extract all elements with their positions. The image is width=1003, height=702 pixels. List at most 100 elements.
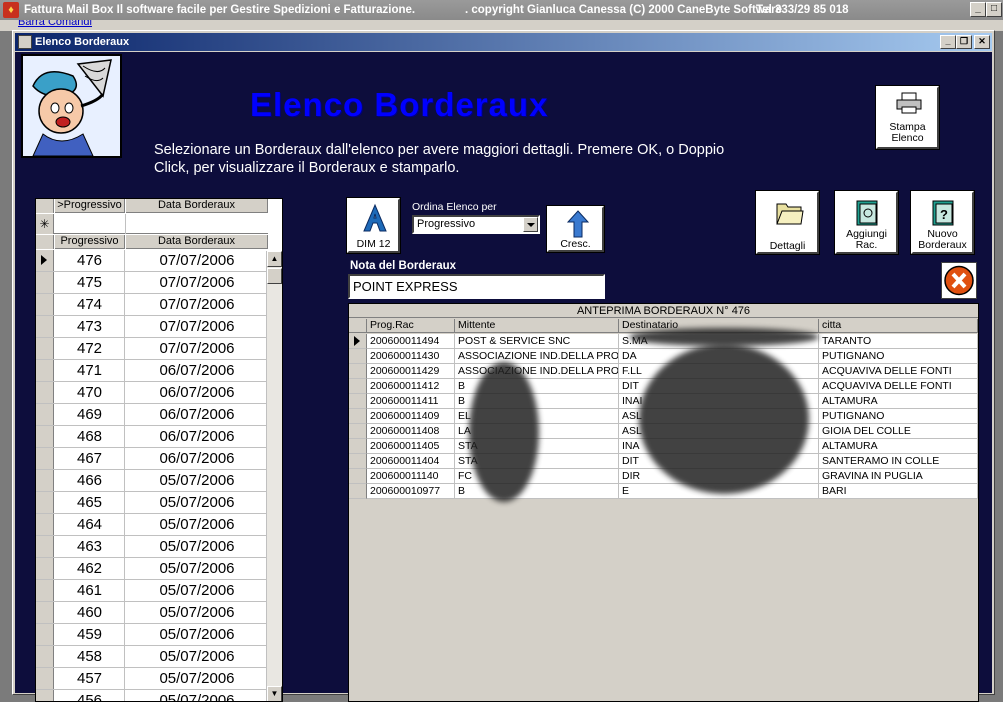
scroll-thumb[interactable] [267, 268, 282, 284]
cell-data: 07/07/2006 [159, 340, 235, 357]
menu-barra-comandi[interactable]: Barra Comandi [18, 20, 92, 28]
app-title: Fattura Mail Box Il software facile per … [24, 4, 416, 16]
filter-header-data[interactable]: Data Borderaux [126, 199, 268, 213]
row-selector[interactable] [36, 404, 54, 425]
app-title-bar: ♦ Fattura Mail Box Il software facile pe… [0, 0, 1003, 20]
col-header-data[interactable]: Data Borderaux [126, 235, 268, 249]
font-a-icon [363, 203, 387, 232]
row-selector[interactable] [349, 424, 367, 439]
new-borderaux-button[interactable]: ? Nuovo Borderaux [910, 190, 975, 255]
scroll-up-icon[interactable]: ▲ [267, 251, 282, 267]
preview-header-citta[interactable]: citta [819, 319, 978, 333]
table-row[interactable]: 467 06/07/2006 [36, 448, 268, 470]
note-field[interactable]: POINT EXPRESS [348, 274, 605, 299]
window-restore-icon[interactable]: ❐ [956, 35, 972, 49]
table-row[interactable]: 474 07/07/2006 [36, 294, 268, 316]
row-selector[interactable] [36, 690, 54, 701]
row-selector[interactable] [36, 668, 54, 689]
app-icon[interactable]: ♦ [3, 2, 19, 18]
row-selector[interactable] [36, 448, 54, 469]
row-selector[interactable] [36, 580, 54, 601]
row-selector[interactable] [36, 602, 54, 623]
table-row[interactable]: 456 05/07/2006 [36, 690, 268, 701]
table-row[interactable]: 472 07/07/2006 [36, 338, 268, 360]
exit-button[interactable] [941, 262, 977, 299]
table-row[interactable]: 459 05/07/2006 [36, 624, 268, 646]
cell-prog-rac: 200600011412 [367, 379, 455, 394]
add-rac-button[interactable]: Aggiungi Rac. [834, 190, 899, 255]
table-row[interactable]: 475 07/07/2006 [36, 272, 268, 294]
cell-prog-rac: 200600011408 [367, 424, 455, 439]
cell-citta: GRAVINA IN PUGLIA [819, 469, 978, 484]
table-row[interactable]: 471 06/07/2006 [36, 360, 268, 382]
print-list-button[interactable]: Stampa Elenco [875, 85, 940, 150]
row-selector[interactable] [349, 349, 367, 364]
borderaux-list-grid[interactable]: >Progressivo Data Borderaux ✳ Progressiv… [35, 198, 283, 702]
row-selector[interactable] [36, 360, 54, 381]
row-selector[interactable] [349, 409, 367, 424]
table-row[interactable]: 468 06/07/2006 [36, 426, 268, 448]
row-selector[interactable] [36, 272, 54, 293]
chevron-down-icon[interactable] [523, 217, 538, 232]
row-selector[interactable] [36, 470, 54, 491]
window-close-icon[interactable]: ✕ [974, 35, 990, 49]
preview-header-prog[interactable]: Prog.Rac [367, 319, 455, 333]
row-selector[interactable] [36, 250, 54, 271]
row-selector[interactable] [36, 514, 54, 535]
filter-header-progressivo[interactable]: >Progressivo [55, 199, 125, 213]
row-selector[interactable] [349, 334, 367, 349]
row-selector[interactable] [36, 492, 54, 513]
cell-prog-rac: 200600011405 [367, 439, 455, 454]
row-selector[interactable] [349, 364, 367, 379]
table-row[interactable]: 465 05/07/2006 [36, 492, 268, 514]
vertical-scrollbar[interactable]: ▲ ▼ [266, 251, 282, 701]
sort-direction-button[interactable]: Cresc. [546, 205, 605, 253]
dim-button[interactable]: DIM 12 [346, 197, 401, 254]
row-selector[interactable] [36, 426, 54, 447]
cell-data: 05/07/2006 [159, 516, 235, 533]
scroll-down-icon[interactable]: ▼ [267, 686, 282, 701]
table-row[interactable]: 460 05/07/2006 [36, 602, 268, 624]
printer-icon [896, 92, 922, 114]
preview-header-mittente[interactable]: Mittente [455, 319, 619, 333]
row-selector[interactable] [349, 469, 367, 484]
cell-mittente: ASSOCIAZIONE IND.DELLA PRO [455, 364, 619, 379]
table-row[interactable]: 476 07/07/2006 [36, 250, 268, 272]
table-row[interactable]: 461 05/07/2006 [36, 580, 268, 602]
col-header-progressivo[interactable]: Progressivo [55, 235, 125, 249]
minimize-icon[interactable]: _ [970, 2, 986, 17]
table-row[interactable]: 200600010977 B E BARI [349, 484, 978, 499]
cell-data: 05/07/2006 [159, 472, 235, 489]
row-selector[interactable] [349, 379, 367, 394]
row-selector[interactable] [36, 536, 54, 557]
cell-data: 05/07/2006 [159, 648, 235, 665]
row-selector[interactable] [36, 294, 54, 315]
table-row[interactable]: 200600011430 ASSOCIAZIONE IND.DELLA PRO DA… [349, 349, 978, 364]
row-selector[interactable] [36, 316, 54, 337]
table-row[interactable]: 473 07/07/2006 [36, 316, 268, 338]
row-selector[interactable] [349, 454, 367, 469]
window-minimize-icon[interactable]: _ [940, 35, 956, 49]
row-selector[interactable] [36, 338, 54, 359]
table-row[interactable]: 458 05/07/2006 [36, 646, 268, 668]
sort-select[interactable]: Progressivo [412, 215, 540, 234]
row-selector[interactable] [349, 484, 367, 499]
row-selector[interactable] [36, 558, 54, 579]
table-row[interactable]: 457 05/07/2006 [36, 668, 268, 690]
table-row[interactable]: 466 05/07/2006 [36, 470, 268, 492]
row-selector[interactable] [36, 624, 54, 645]
row-selector[interactable] [36, 646, 54, 667]
table-row[interactable]: 463 05/07/2006 [36, 536, 268, 558]
filter-row[interactable]: ✳ [36, 214, 268, 234]
row-selector[interactable] [349, 394, 367, 409]
details-button[interactable]: Dettagli [755, 190, 820, 255]
table-row[interactable]: 464 05/07/2006 [36, 514, 268, 536]
table-row[interactable]: 469 06/07/2006 [36, 404, 268, 426]
row-selector[interactable] [349, 439, 367, 454]
preview-grid[interactable]: ANTEPRIMA BORDERAUX N° 476 Prog.Rac Mitt… [348, 303, 979, 702]
maximize-icon[interactable]: □ [986, 2, 1002, 17]
table-row[interactable]: 462 05/07/2006 [36, 558, 268, 580]
table-row[interactable]: 470 06/07/2006 [36, 382, 268, 404]
row-selector[interactable] [36, 382, 54, 403]
cell-citta: TARANTO [819, 334, 978, 349]
